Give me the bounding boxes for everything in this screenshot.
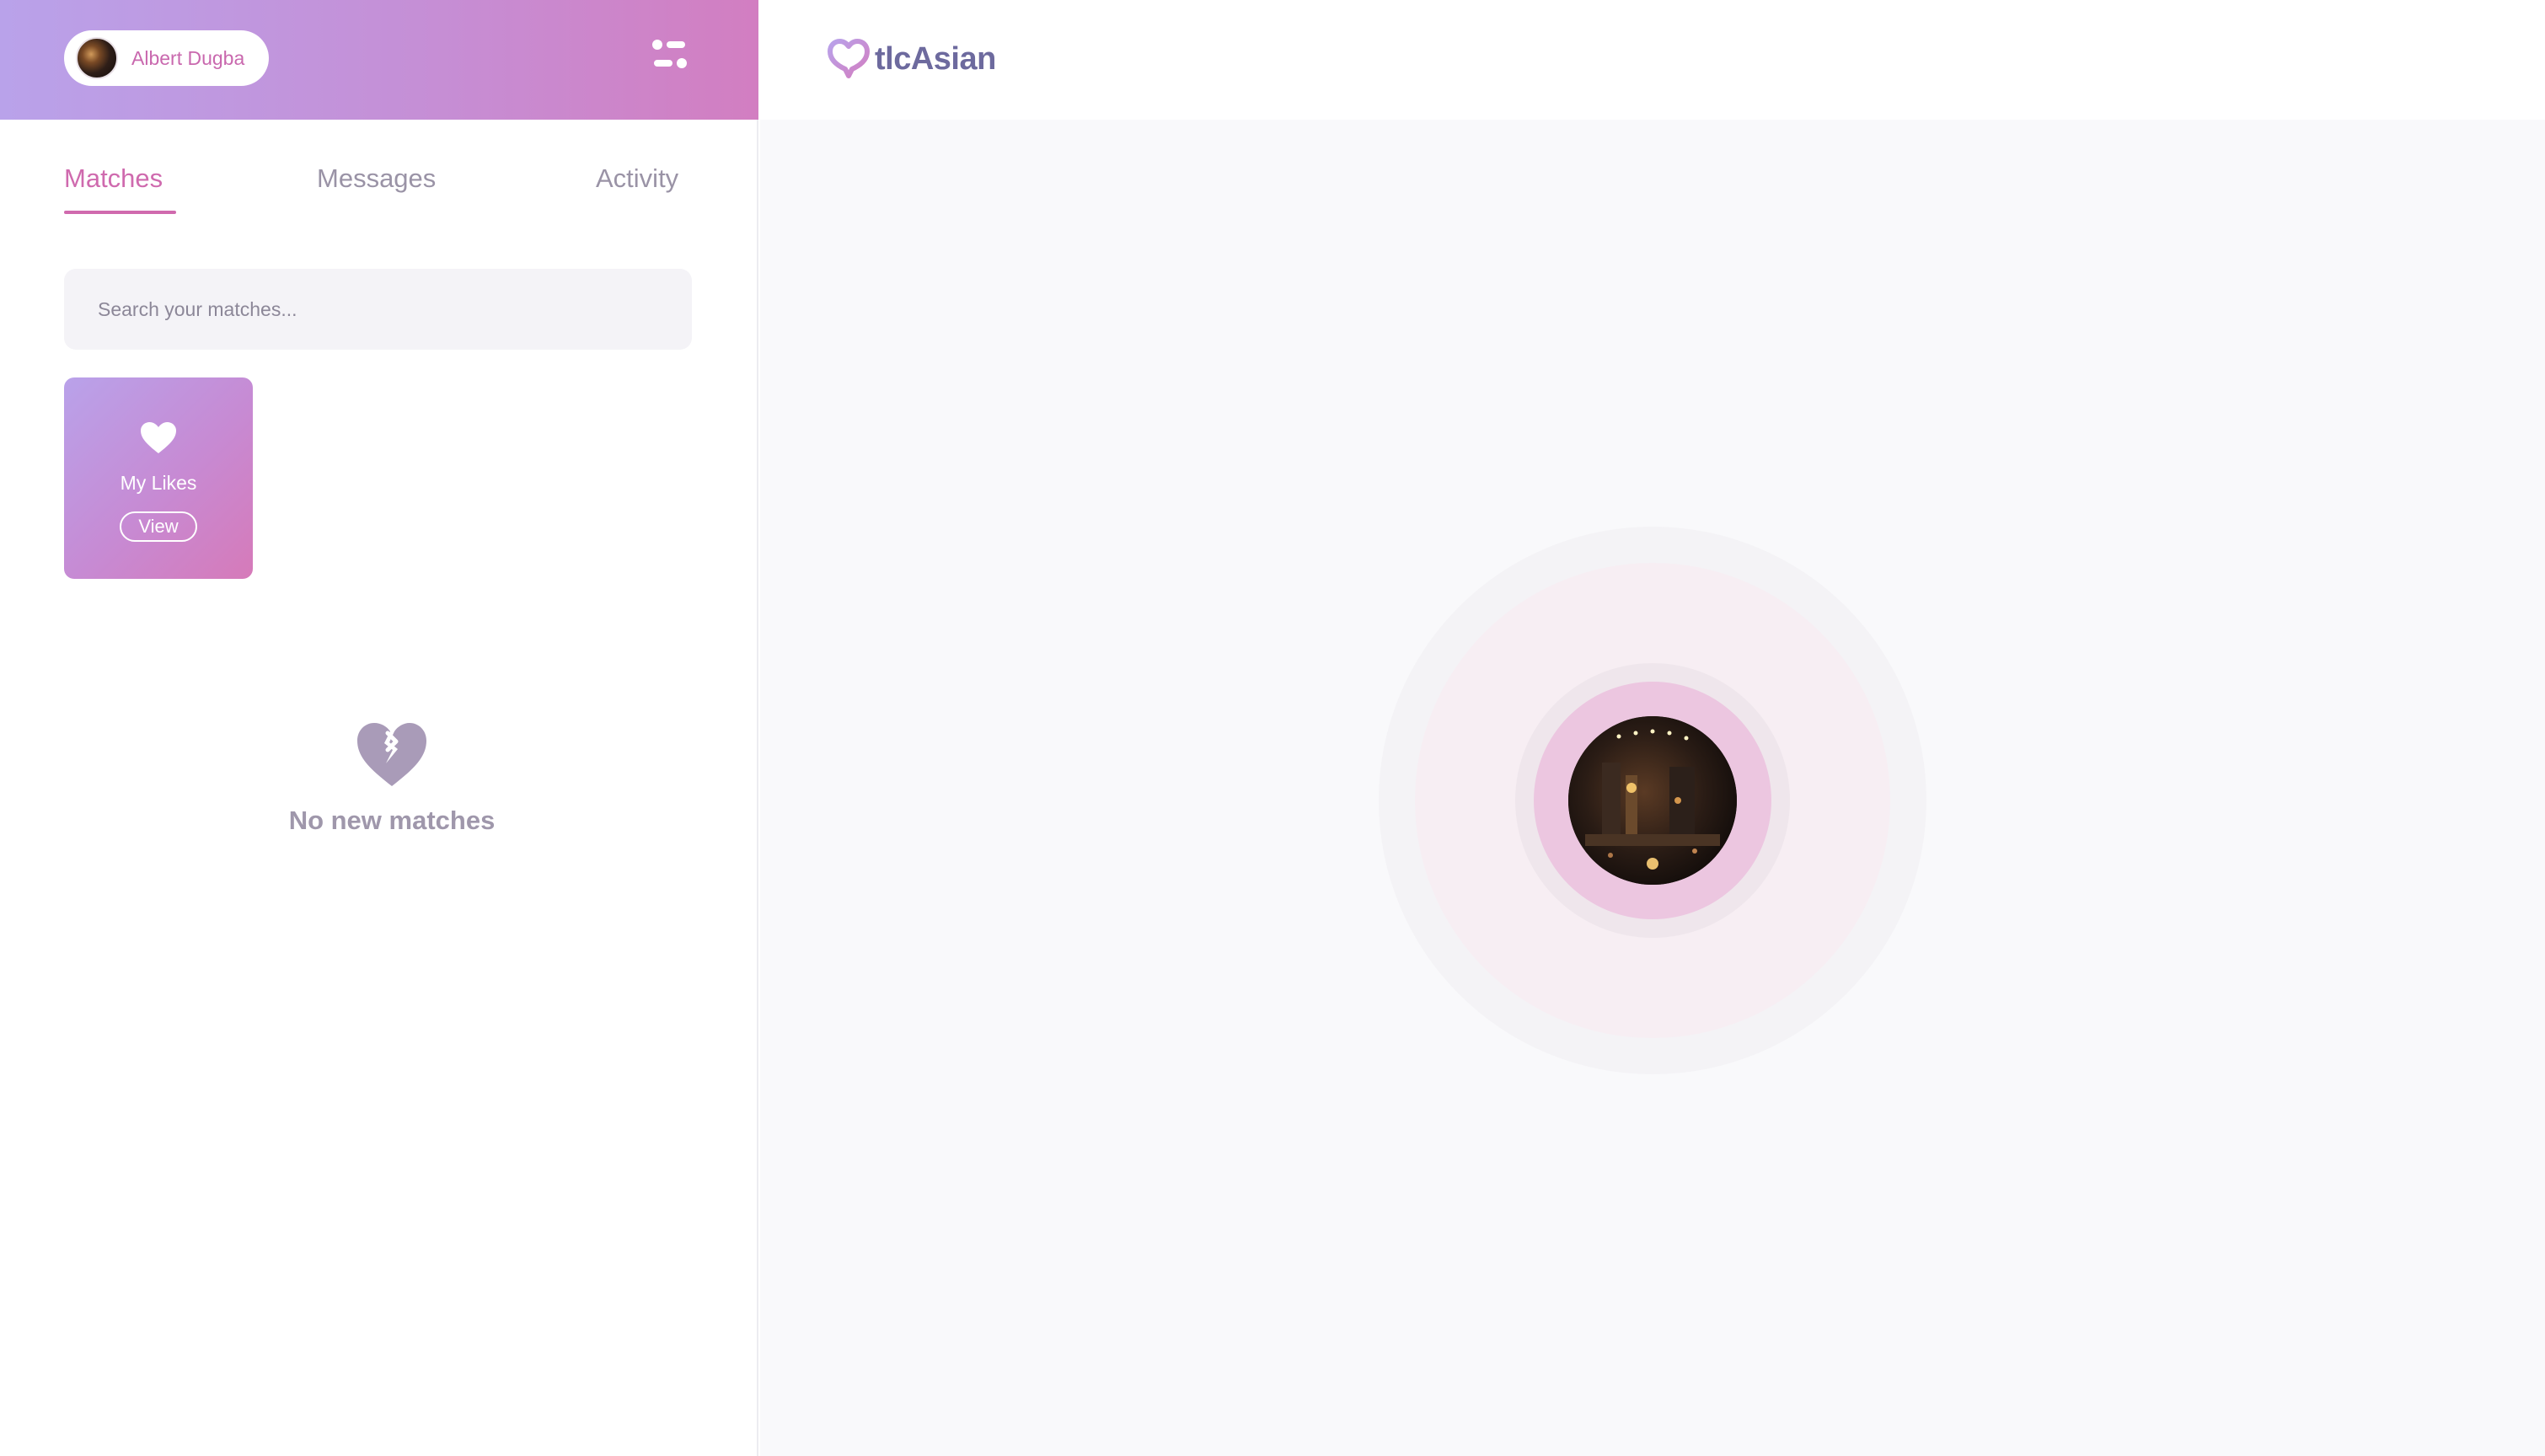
view-likes-button[interactable]: View	[120, 511, 197, 542]
broken-heart-icon	[357, 723, 426, 786]
my-likes-label: My Likes	[120, 472, 197, 494]
main-panel: tlcAsian	[760, 0, 2545, 1456]
user-avatar-large	[1568, 716, 1737, 885]
profile-name: Albert Dugba	[131, 46, 245, 69]
brand-logo[interactable]: tlcAsian	[828, 37, 996, 81]
app-window: Albert Dugba Matches Messages Activity S…	[0, 0, 2545, 1456]
filter-icon[interactable]	[649, 34, 691, 76]
profile-button[interactable]: Albert Dugba	[64, 30, 269, 86]
empty-state-text: No new matches	[288, 806, 496, 835]
tab-messages[interactable]: Messages	[317, 163, 436, 194]
sidebar-header: Albert Dugba	[0, 0, 758, 120]
active-tab-indicator	[64, 211, 176, 214]
search-input[interactable]	[64, 269, 692, 350]
avatar	[76, 37, 118, 79]
my-likes-card[interactable]: My Likes View	[64, 377, 253, 579]
sidebar: Albert Dugba Matches Messages Activity S…	[0, 0, 758, 1456]
tab-activity[interactable]: Activity	[596, 163, 678, 194]
top-bar: tlcAsian	[760, 0, 2545, 120]
heart-icon	[141, 422, 176, 453]
brand-name: tlcAsian	[875, 40, 996, 77]
tab-bar: Matches Messages Activity	[0, 120, 758, 221]
tab-matches[interactable]: Matches	[64, 163, 163, 194]
empty-state: No new matches	[253, 721, 531, 839]
heart-chat-icon	[828, 39, 870, 78]
